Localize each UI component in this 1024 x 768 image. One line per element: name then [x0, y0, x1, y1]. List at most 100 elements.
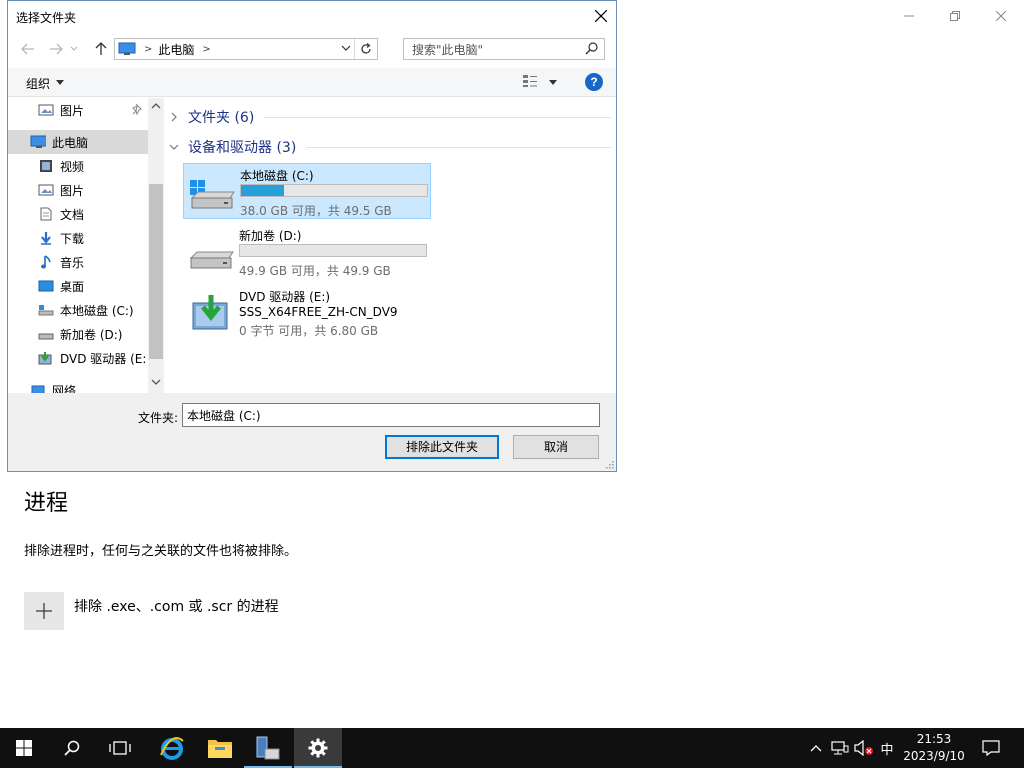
taskbar: 中 21:53 2023/9/10 [0, 728, 1024, 768]
refresh-icon [361, 43, 371, 54]
dialog-close-button[interactable] [586, 1, 616, 31]
nav-item-this-pc[interactable]: 此电脑 [8, 130, 148, 154]
chevron-down-icon[interactable] [151, 378, 161, 386]
breadcrumb-separator-icon: > [202, 43, 211, 55]
section-description: 排除进程时，任何与之关联的文件也将被排除。 [24, 544, 298, 559]
chevron-down-icon[interactable] [341, 43, 351, 53]
folder-icon [208, 740, 232, 758]
forward-button[interactable] [46, 39, 66, 59]
nav-item-drive-d[interactable]: 新加卷 (D:) [8, 322, 148, 346]
resize-grip-icon[interactable] [604, 459, 614, 469]
network-tray-button[interactable] [828, 728, 852, 768]
add-button[interactable] [24, 592, 64, 630]
search-box[interactable] [403, 38, 605, 60]
back-button[interactable] [18, 39, 38, 59]
group-devices[interactable]: 设备和驱动器 (3) [166, 136, 611, 158]
recent-locations-button[interactable] [68, 39, 80, 59]
exclude-folder-button[interactable]: 排除此文件夹 [385, 435, 499, 459]
notification-icon [982, 740, 1000, 756]
nav-item-videos[interactable]: 视频 [8, 154, 148, 178]
volume-tray-button[interactable] [852, 728, 876, 768]
drive-icon [189, 251, 234, 269]
video-icon [38, 158, 54, 174]
chevron-up-icon[interactable] [151, 102, 161, 110]
network-icon [30, 382, 46, 393]
drive-c-item[interactable]: 本地磁盘 (C:) 38.0 GB 可用，共 49.5 GB [183, 163, 431, 219]
nav-item-downloads[interactable]: 下载 [8, 226, 148, 250]
document-icon [38, 206, 54, 222]
search-button[interactable] [48, 728, 96, 768]
clock-time: 21:53 [916, 732, 952, 746]
plus-icon [36, 603, 52, 619]
nav-item-dvd-e[interactable]: DVD 驱动器 (E: [8, 346, 148, 370]
drive-name: DVD 驱动器 (E:) [239, 290, 331, 304]
process-exclusion-section: 进程 排除进程时，任何与之关联的文件也将被排除。 排除 .exe、.com 或 … [24, 488, 297, 630]
drive-e-item[interactable]: DVD 驱动器 (E:) SSS_X64FREE_ZH-CN_DV9 0 字节 … [183, 285, 431, 341]
nav-item-music[interactable]: 音乐 [8, 250, 148, 274]
add-label: 排除 .exe、.com 或 .scr 的进程 [74, 599, 279, 615]
view-options-icon[interactable] [522, 74, 538, 88]
taskbar-internet-explorer[interactable] [148, 728, 196, 768]
scrollbar-thumb[interactable] [149, 184, 163, 359]
group-folders[interactable]: 文件夹 (6) [166, 106, 611, 128]
restore-button[interactable] [932, 0, 978, 32]
restore-icon [950, 11, 960, 21]
address-bar[interactable]: > 此电脑 > [114, 38, 378, 60]
taskbar-file-explorer[interactable] [196, 728, 244, 768]
caret-down-icon[interactable] [56, 80, 64, 85]
show-hidden-icons-button[interactable] [806, 728, 826, 768]
taskbar-dialog-app[interactable] [244, 728, 292, 768]
chevron-down-icon [166, 143, 182, 151]
nav-item-drive-c[interactable]: 本地磁盘 (C:) [8, 298, 148, 322]
caret-down-icon[interactable] [549, 80, 557, 85]
task-view-icon [109, 741, 131, 755]
drive-icon [38, 302, 54, 318]
chevron-down-icon [70, 46, 78, 51]
nav-item-desktop[interactable]: 桌面 [8, 274, 148, 298]
nav-item-pictures-quick[interactable]: 图片 [8, 98, 148, 122]
windows-logo-icon [16, 740, 32, 756]
task-view-button[interactable] [96, 728, 144, 768]
drive-name: 本地磁盘 (C:) [240, 169, 314, 183]
chevron-up-icon [810, 745, 822, 752]
input-method-indicator[interactable]: 中 [876, 728, 898, 768]
breadcrumb-separator-icon: > [144, 43, 153, 55]
drive-space-info: 49.9 GB 可用，共 49.9 GB [239, 264, 391, 278]
pictures-icon [38, 182, 54, 198]
folder-input[interactable] [182, 403, 600, 427]
close-icon [996, 11, 1006, 21]
refresh-button[interactable] [354, 39, 377, 59]
dvd-icon [192, 295, 228, 330]
drive-name: 新加卷 (D:) [239, 229, 302, 243]
minimize-button[interactable] [886, 0, 932, 32]
cancel-button[interactable]: 取消 [513, 435, 599, 459]
command-bar: 组织 ? [8, 68, 616, 97]
arrow-left-icon [21, 43, 34, 55]
content-pane: 文件夹 (6) 设备和驱动器 (3) 本地磁盘 (C:) 38.0 GB 可用，… [166, 98, 616, 393]
nav-item-pictures[interactable]: 图片 [8, 178, 148, 202]
up-button[interactable] [91, 39, 111, 59]
help-button[interactable]: ? [585, 73, 603, 91]
nav-item-documents[interactable]: 文档 [8, 202, 148, 226]
action-center-button[interactable] [978, 728, 1004, 768]
local-disk-icon [190, 180, 235, 209]
taskbar-settings[interactable] [294, 728, 342, 768]
drive-d-item[interactable]: 新加卷 (D:) 49.9 GB 可用，共 49.9 GB [183, 224, 431, 280]
clock[interactable]: 21:53 2023/9/10 [896, 731, 972, 765]
search-input[interactable] [410, 40, 584, 60]
nav-item-network[interactable]: 网络 [8, 378, 148, 393]
dialog-title: 选择文件夹 [16, 11, 77, 25]
search-icon [585, 42, 598, 55]
breadcrumb-this-pc[interactable]: 此电脑 [158, 41, 194, 58]
drive-usage-bar [239, 244, 427, 257]
pin-icon[interactable] [132, 103, 144, 115]
start-button[interactable] [0, 728, 48, 768]
drive-volume-label: SSS_X64FREE_ZH-CN_DV9 [239, 305, 398, 319]
server-manager-icon [256, 736, 280, 760]
desktop-icon [38, 278, 54, 294]
close-button[interactable] [978, 0, 1024, 32]
add-process-exclusion[interactable]: 排除 .exe、.com 或 .scr 的进程 [24, 592, 279, 630]
drive-space-info: 38.0 GB 可用，共 49.5 GB [240, 204, 392, 218]
organize-menu[interactable]: 组织 [26, 75, 50, 92]
nav-pane-scrollbar[interactable] [148, 98, 164, 393]
